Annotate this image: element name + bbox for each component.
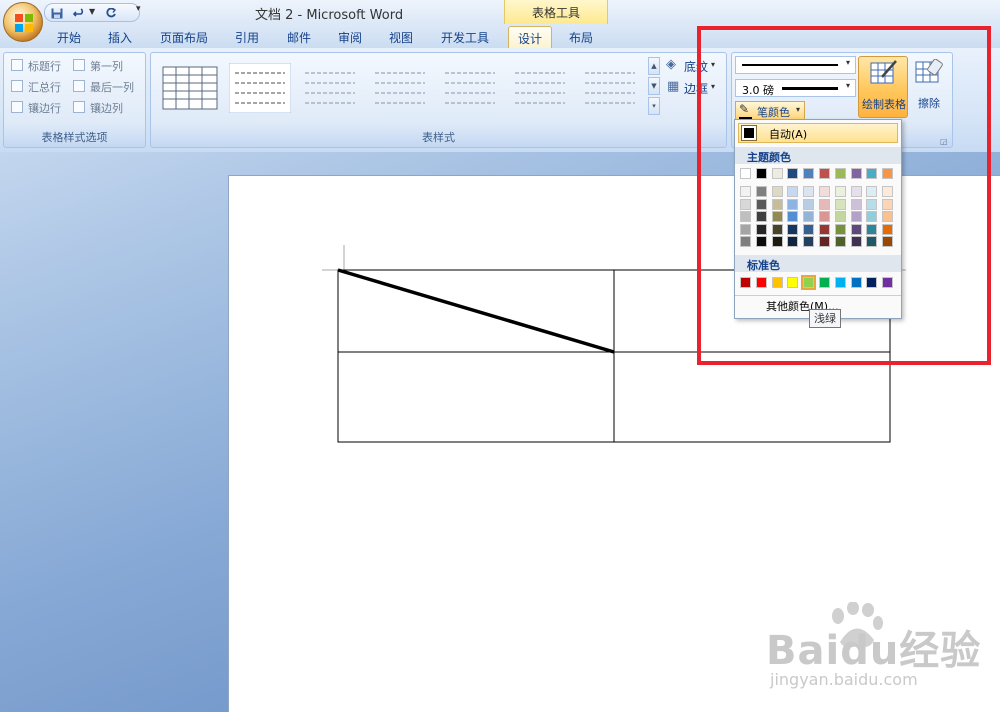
group-table-style-options: 标题行 第一列 汇总行 最后一列 镶边行 镶边列 表格样式选项 — [3, 52, 146, 148]
table-style-5[interactable] — [439, 63, 501, 113]
tab-home[interactable]: 开始 — [57, 29, 81, 46]
tab-mailings[interactable]: 邮件 — [287, 29, 311, 46]
customize-qat-icon[interactable]: ▾ — [136, 4, 141, 14]
last-column-checkbox[interactable] — [73, 80, 85, 92]
header-row-checkbox[interactable] — [11, 59, 23, 71]
watermark-url: jingyan.baidu.com — [770, 670, 918, 689]
save-icon[interactable] — [51, 8, 63, 19]
tab-review[interactable]: 审阅 — [338, 29, 362, 46]
window-title: 文档 2 - Microsoft Word — [255, 8, 404, 23]
undo-dropdown-icon[interactable]: ▼ — [89, 7, 95, 16]
highlight-box — [697, 26, 991, 365]
table-tools-context: 表格工具 — [504, 0, 608, 24]
tab-layout[interactable]: 布局 — [569, 29, 593, 46]
title-bar — [0, 0, 1000, 24]
table-style-2[interactable] — [229, 63, 291, 113]
table-style-grid[interactable] — [159, 63, 221, 113]
table-style-6[interactable] — [509, 63, 571, 113]
watermark-logo-text: Baidu经验 — [766, 628, 982, 674]
gallery-down-button[interactable]: ▼ — [648, 77, 660, 95]
first-column-label: 第一列 — [90, 60, 123, 73]
shading-icon: ◈ — [666, 57, 676, 72]
tab-insert[interactable]: 插入 — [108, 29, 132, 46]
borders-icon: ▦ — [667, 79, 680, 94]
table-style-4[interactable] — [369, 63, 431, 113]
office-logo-icon — [15, 14, 33, 32]
tab-references[interactable]: 引用 — [235, 29, 259, 46]
table-style-3[interactable] — [299, 63, 361, 113]
total-row-checkbox[interactable] — [11, 80, 23, 92]
context-group-label: 表格工具 — [531, 6, 580, 20]
header-row-label: 标题行 — [28, 60, 61, 73]
last-column-label: 最后一列 — [90, 81, 134, 94]
quick-access-toolbar: ▼ — [44, 3, 140, 22]
tab-page-layout[interactable]: 页面布局 — [160, 29, 208, 46]
gallery-more-button[interactable]: ▾ — [648, 97, 660, 115]
banded-columns-checkbox[interactable] — [73, 101, 85, 113]
office-button[interactable] — [3, 2, 43, 42]
table-style-7[interactable] — [579, 63, 641, 113]
banded-rows-checkbox[interactable] — [11, 101, 23, 113]
group-label-style-options: 表格样式选项 — [41, 131, 108, 144]
gallery-up-button[interactable]: ▲ — [648, 57, 660, 75]
first-column-checkbox[interactable] — [73, 59, 85, 71]
tab-design[interactable]: 设计 — [508, 26, 552, 50]
banded-rows-label: 镶边行 — [28, 102, 61, 115]
redo-icon[interactable] — [105, 8, 117, 19]
banded-columns-label: 镶边列 — [90, 102, 123, 115]
undo-icon[interactable] — [73, 8, 85, 19]
group-label-table-styles: 表样式 — [422, 131, 455, 144]
tab-developer[interactable]: 开发工具 — [441, 29, 489, 46]
group-table-styles: ▲ ▼ ▾ ◈ 底纹 ▾ ▦ 边框 ▾ 表样式 — [150, 52, 727, 148]
tab-view[interactable]: 视图 — [389, 29, 413, 46]
total-row-label: 汇总行 — [28, 81, 61, 94]
